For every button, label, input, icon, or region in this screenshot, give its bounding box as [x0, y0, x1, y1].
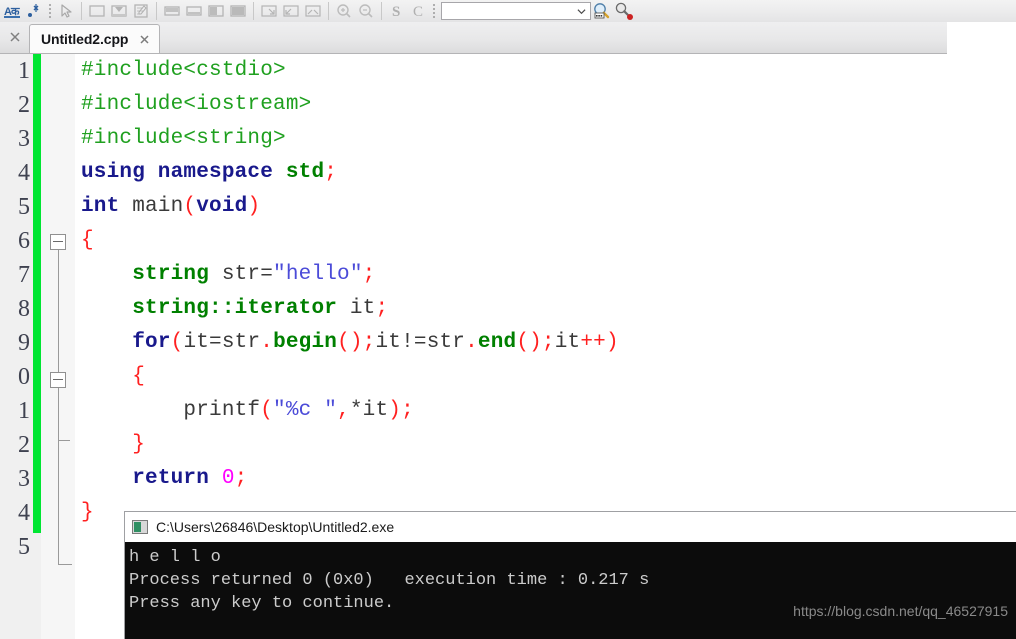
- code-line-10: {: [132, 365, 146, 388]
- fold-toggle-main[interactable]: [50, 234, 66, 250]
- toolbar-separator: [253, 2, 254, 20]
- console-output-line: Process returned 0 (0x0) execution time …: [129, 571, 650, 590]
- properties-icon: [130, 1, 152, 21]
- line-number-gutter: 1 2 3 4 5 6 7 8 9 0 1 2 3 4 5: [0, 54, 33, 639]
- insert-image-icon: [108, 1, 130, 21]
- change-marker-bar: [33, 54, 41, 533]
- syntax-highlight-icon[interactable]: [24, 1, 46, 21]
- code-line-3: #include<string>: [81, 127, 286, 150]
- code-line-4: using namespace std;: [81, 161, 338, 184]
- toolbar-grip-2[interactable]: [431, 2, 436, 20]
- close-icon: [140, 34, 149, 44]
- console-window[interactable]: C:\Users\26846\Desktop\Untitled2.exe h e…: [124, 511, 1016, 639]
- fold-line-main-lower: [58, 440, 59, 564]
- chevron-down-icon: [577, 8, 586, 14]
- line-number: 9: [18, 330, 30, 356]
- tab-untitled2-cpp[interactable]: Untitled2.cpp: [29, 24, 161, 53]
- line-number: 5: [18, 534, 30, 560]
- align-top-icon: [161, 1, 183, 21]
- console-title-text: C:\Users\26846\Desktop\Untitled2.exe: [156, 519, 395, 535]
- align-left-icon: [205, 1, 227, 21]
- fold-end-main: [58, 564, 72, 565]
- toolbar-separator: [328, 2, 329, 20]
- line-number: 0: [18, 364, 30, 390]
- code-line-13: return 0;: [132, 467, 248, 490]
- line-number: 7: [18, 262, 30, 288]
- console-app-icon: [132, 520, 148, 534]
- line-number: 5: [18, 194, 30, 220]
- code-line-9: for(it=str.begin();it!=str.end();it++): [132, 331, 619, 354]
- line-number: 4: [18, 500, 30, 526]
- code-line-11: printf("%c ",*it);: [81, 399, 414, 422]
- close-icon: [10, 32, 20, 42]
- fold-toggle-for[interactable]: [50, 372, 66, 388]
- fold-end-for: [58, 440, 70, 441]
- resize-se-icon: [258, 1, 280, 21]
- console-title-bar[interactable]: C:\Users\26846\Desktop\Untitled2.exe: [125, 512, 1016, 542]
- svg-text:C: C: [413, 4, 423, 19]
- line-number: 3: [18, 126, 30, 152]
- fold-line-main: [58, 250, 59, 372]
- line-number: 2: [18, 92, 30, 118]
- code-line-12: }: [132, 433, 146, 456]
- tab-bar: Untitled2.cpp: [0, 22, 1016, 54]
- toolbar-empty-space: [635, 0, 1016, 22]
- search-input[interactable]: [441, 2, 591, 20]
- find-replace-icon[interactable]: [613, 1, 635, 21]
- align-right-icon: [227, 1, 249, 21]
- code-line-5: int main(void): [81, 195, 261, 218]
- toolbar-grip[interactable]: [47, 2, 52, 20]
- code-editor-window: A क S C Untitled2.cpp 1 2 3 4 5 6 7 8 9 …: [0, 0, 1016, 639]
- code-line-14: }: [81, 501, 94, 524]
- letter-s-icon: S: [386, 1, 408, 21]
- code-line-2: #include<iostream>: [81, 93, 312, 116]
- line-number: 4: [18, 160, 30, 186]
- letter-c-icon: C: [408, 1, 430, 21]
- code-line-1: #include<cstdio>: [81, 59, 286, 82]
- console-output: h e l l o Process returned 0 (0x0) execu…: [125, 542, 1016, 639]
- console-output-line: h e l l o: [129, 548, 221, 567]
- svg-text:S: S: [392, 4, 400, 19]
- resize-sw-icon: [280, 1, 302, 21]
- resize-both-icon: [302, 1, 324, 21]
- tab-close-button[interactable]: [138, 33, 151, 46]
- find-icon[interactable]: [591, 1, 613, 21]
- change-marker-bar-empty: [33, 533, 41, 639]
- abbreviation-icon[interactable]: A क: [2, 1, 24, 21]
- pointer-icon[interactable]: [55, 1, 77, 21]
- line-number: 1: [18, 58, 30, 84]
- line-number: 2: [18, 432, 30, 458]
- code-line-6: {: [81, 229, 94, 252]
- code-line-7: string str="hello";: [132, 263, 376, 286]
- fold-gutter[interactable]: [41, 54, 75, 639]
- line-number: 6: [18, 228, 30, 254]
- line-number: 1: [18, 398, 30, 424]
- toolbar-separator: [156, 2, 157, 20]
- line-number: 3: [18, 466, 30, 492]
- code-line-8: string::iterator it;: [132, 297, 389, 320]
- toolbar: A क S C: [0, 0, 1016, 22]
- zoom-out-icon: [355, 1, 377, 21]
- align-bottom-icon: [183, 1, 205, 21]
- zoom-in-icon: [333, 1, 355, 21]
- watermark: https://blog.csdn.net/qq_46527915: [793, 603, 1008, 619]
- toolbar-separator: [81, 2, 82, 20]
- new-shape-icon: [86, 1, 108, 21]
- tabbar-right-blank: [947, 22, 1016, 54]
- tab-label: Untitled2.cpp: [41, 31, 129, 47]
- close-all-tabs-button[interactable]: [2, 23, 28, 51]
- fold-line-for: [58, 388, 59, 440]
- toolbar-separator: [381, 2, 382, 20]
- line-number: 8: [18, 296, 30, 322]
